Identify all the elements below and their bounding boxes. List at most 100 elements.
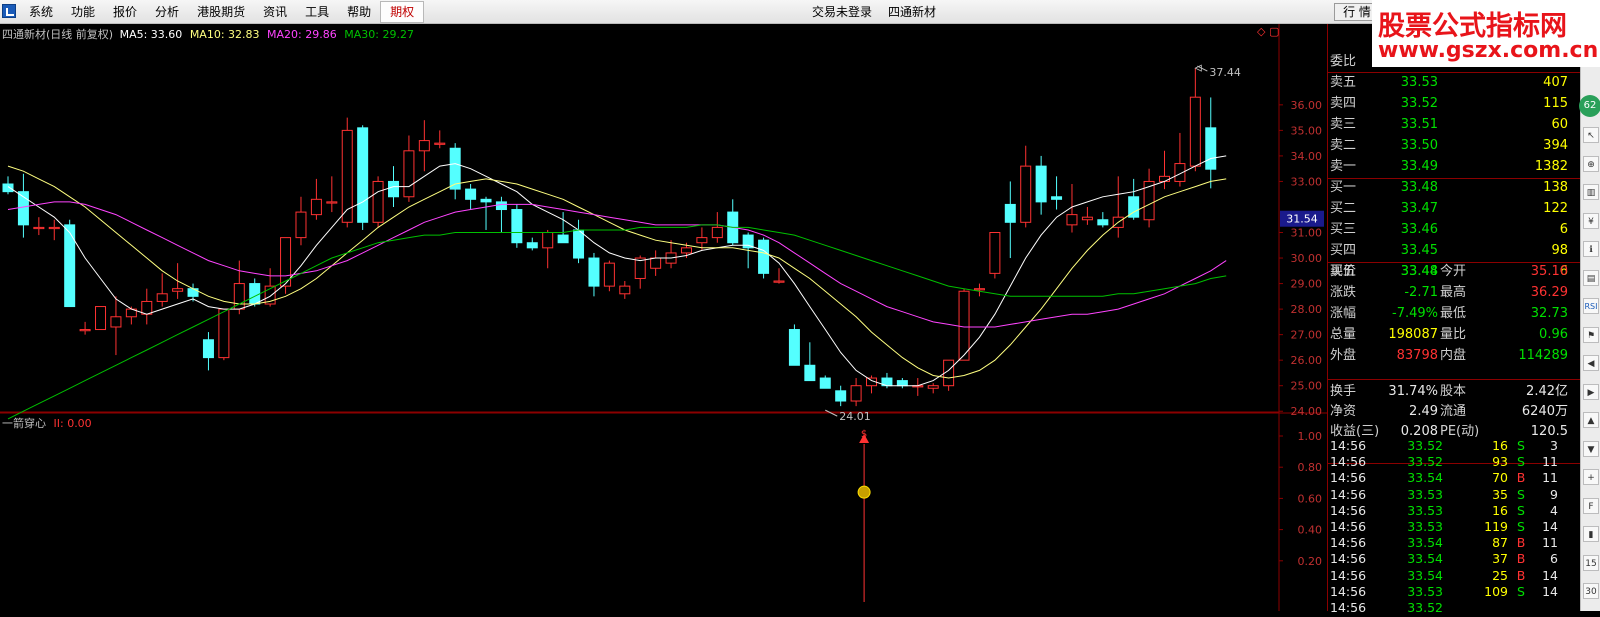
menu-item-2[interactable]: 报价 [104, 0, 146, 24]
stat-label: 量比 [1440, 327, 1467, 342]
buy-label: 买三 [1330, 222, 1357, 237]
left-arrow-icon[interactable]: ◀ [1583, 355, 1599, 371]
menu-item-0[interactable]: 系统 [20, 0, 62, 24]
bar-icon[interactable]: ▮ [1583, 526, 1599, 542]
info-icon[interactable]: ℹ [1583, 241, 1599, 257]
axis-label: 28.00 [1291, 303, 1323, 316]
stat-value: 6240万 [1521, 404, 1568, 419]
stat-label: 流通 [1440, 404, 1467, 419]
stat-label: 换手 [1330, 384, 1357, 399]
candle-body [357, 127, 369, 223]
stock-name-title: 四通新材 [888, 5, 937, 19]
candle-body [526, 242, 538, 249]
candle-body [989, 232, 1001, 274]
indicator-axis-label: 0.60 [1298, 492, 1323, 505]
up-icon[interactable]: ▲ [1583, 412, 1599, 428]
sell-row: 卖一 33.49 1382 [1328, 157, 1581, 177]
stat-label: 今开 [1440, 264, 1467, 279]
candle-body [758, 239, 770, 274]
menu-item-7[interactable]: 帮助 [338, 0, 380, 24]
flag-icon[interactable]: ⚑ [1583, 326, 1599, 343]
ma20-line [7, 201, 1227, 328]
stat-label: 最高 [1440, 285, 1467, 300]
sell-volume: 115 [1543, 96, 1568, 111]
indicator-axis-label: 0.20 [1298, 555, 1323, 568]
chart-icon[interactable]: ▤ [1583, 269, 1599, 286]
app-logo-icon [2, 4, 16, 18]
stat-row: 现价 33.48 今开 35.10 [1328, 262, 1581, 282]
toolbar-num-15[interactable]: 15 [1583, 554, 1599, 571]
stat-row: 涨跌 -2.71 最高 36.29 [1328, 283, 1581, 303]
candle-body [835, 390, 847, 402]
indicator-value: II: 0.00 [53, 417, 92, 430]
indicator-legend: 一箭穿心 II: 0.00 [2, 415, 92, 431]
stat-value: 32.73 [1530, 306, 1568, 321]
chart-title: 四通新材(日线 前复权) [2, 28, 114, 41]
trade-status: 交易未登录 [812, 5, 873, 19]
candle-body [388, 180, 399, 198]
candle-body [711, 226, 723, 239]
menu-bar: 系统 功能 报价 分析 港股期货 资讯 工具 帮助 期权 交易未登录 四通新材 行 情 [0, 0, 1600, 24]
chart-window-controls[interactable]: ◇ ▢ [1257, 25, 1279, 38]
panel-separator [1328, 178, 1581, 179]
right-arrow-icon[interactable]: ▶ [1583, 383, 1599, 400]
kline-icon[interactable]: ▥ [1583, 184, 1599, 200]
candle-body [1035, 165, 1047, 203]
menu-list: 系统 功能 报价 分析 港股期货 资讯 工具 帮助 期权 [20, 0, 425, 24]
axis-label: 33.00 [1291, 175, 1323, 188]
plus-icon[interactable]: + [1583, 469, 1599, 485]
candle-body [480, 198, 492, 203]
axis-label: 24.00 [1291, 405, 1323, 418]
stat-value: 31.74% [1388, 384, 1438, 399]
kline-chart-area[interactable]: 36.00 35.00 34.00 33.00 31.00 30.00 29.00 28.00… [0, 24, 1327, 611]
sell-row: 卖二 33.50 394 [1328, 136, 1581, 156]
stat-value: -2.71 [1404, 285, 1438, 300]
cursor-icon[interactable]: ↖ [1583, 127, 1599, 143]
axis-label: 34.00 [1291, 150, 1323, 163]
candle-body [187, 288, 199, 297]
sell-price: 33.52 [1400, 96, 1438, 111]
candle-body [172, 288, 184, 292]
stat-row: 净资 2.49 流通 6240万 [1328, 402, 1581, 422]
candle-body [1143, 180, 1155, 221]
stat-value: 35.10 [1530, 264, 1568, 279]
candle-body [588, 257, 600, 287]
menu-item-4[interactable]: 港股期货 [188, 0, 254, 24]
panel-separator [1328, 72, 1581, 73]
down-icon[interactable]: ▼ [1583, 440, 1599, 457]
candle-body [973, 288, 985, 291]
buy-row: 买三 33.46 6 [1328, 220, 1581, 240]
percent-badge[interactable]: 62 [1579, 95, 1600, 117]
candle-body [1004, 203, 1016, 223]
candle-body [79, 329, 91, 332]
buy-volume: 98 [1551, 243, 1568, 258]
quote-panel: 委比 -72.07% 委差 -1308 卖五33.53407卖四33.52115… [1327, 24, 1581, 615]
fund-icon[interactable]: ¥ [1583, 212, 1599, 229]
candle-body [1051, 196, 1063, 200]
buy-row: 买一 33.48 138 [1328, 178, 1581, 198]
toolbar-num-30[interactable]: 30 [1583, 583, 1599, 599]
candle-body [1159, 175, 1170, 182]
candle-body [788, 329, 800, 366]
axis-label: 35.00 [1291, 124, 1323, 137]
menu-item-8[interactable]: 期权 [380, 1, 425, 23]
watermark-url: www.gszx.com.cn [1378, 38, 1599, 63]
candle-body [2, 183, 14, 193]
zoom-icon[interactable]: ⊕ [1583, 155, 1599, 172]
candle-body [1189, 96, 1201, 167]
tick-row: 14:56 33.52 [1328, 598, 1581, 617]
candle-body [64, 224, 76, 308]
menu-item-6[interactable]: 工具 [296, 0, 338, 24]
f-icon[interactable]: F [1583, 497, 1599, 514]
candle-body [1097, 219, 1109, 226]
high-pointer [1197, 65, 1208, 72]
toolbar-rsi-label[interactable]: RSI [1583, 298, 1599, 314]
buy-volume: 138 [1543, 180, 1568, 195]
axis-label: 29.00 [1291, 278, 1323, 291]
menu-item-5[interactable]: 资讯 [254, 0, 296, 24]
candle-body [557, 234, 569, 244]
candle-body [958, 290, 970, 361]
menu-item-3[interactable]: 分析 [146, 0, 188, 24]
menu-item-1[interactable]: 功能 [62, 0, 104, 24]
candle-body [372, 180, 384, 223]
